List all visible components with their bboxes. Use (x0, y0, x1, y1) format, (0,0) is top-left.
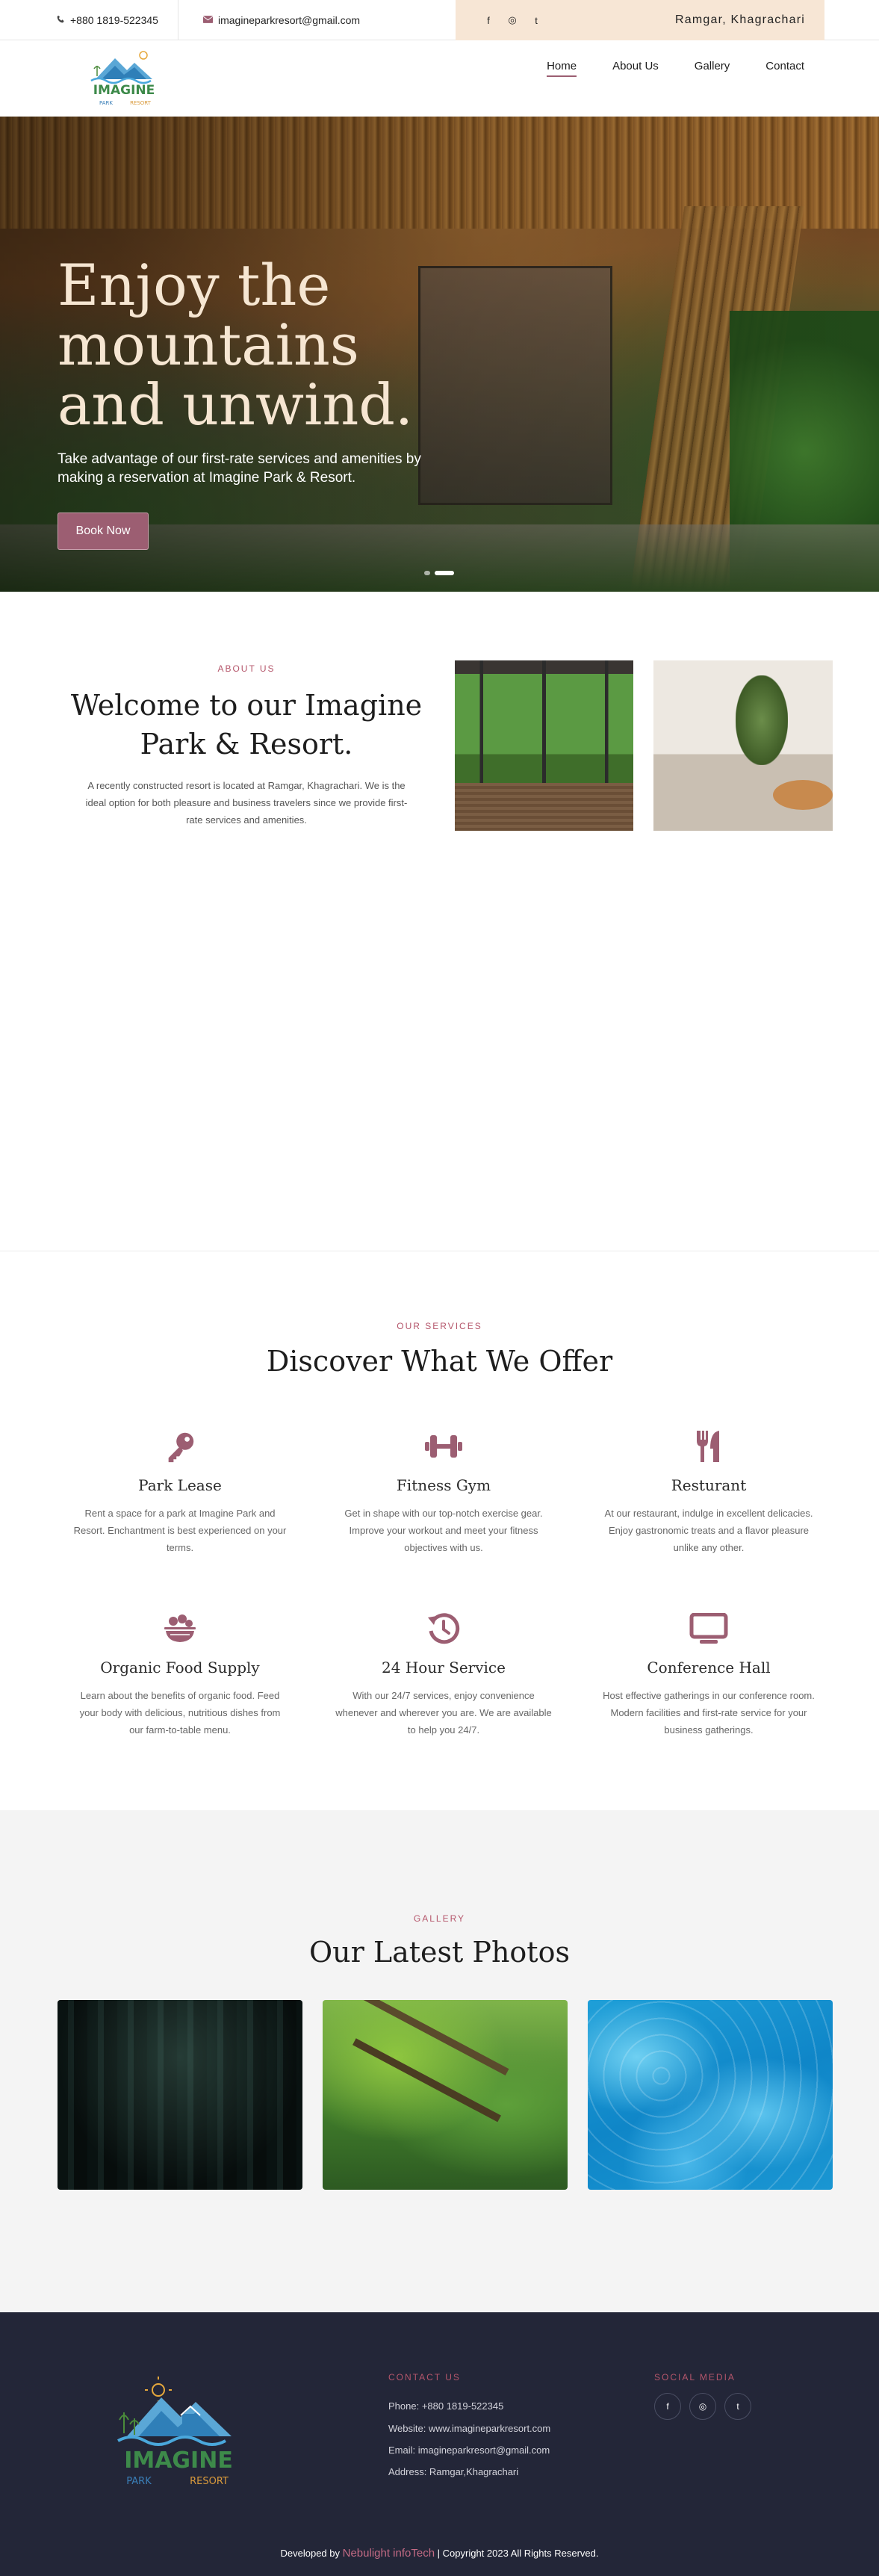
svg-text:IMAGINE: IMAGINE (124, 2447, 233, 2474)
copyright-prefix: Developed by (280, 2548, 341, 2559)
top-email-text: imagineparkresort@gmail.com (218, 14, 361, 26)
slider-dot-2[interactable] (435, 571, 454, 575)
top-phone-text: +880 1819-522345 (70, 14, 158, 26)
top-bar-right: f ◎ t Ramgar, Khagrachari (456, 0, 824, 40)
service-name: Fitness Gym (396, 1476, 491, 1494)
nav-gallery[interactable]: Gallery (695, 60, 730, 75)
gallery-photo-pool[interactable] (588, 2000, 833, 2190)
services-kicker: OUR SERVICES (397, 1321, 482, 1331)
service-conference-hall: Conference Hall Host effective gathering… (600, 1608, 817, 1739)
nav-menu: Home About Us Gallery Contact (547, 40, 804, 94)
top-bar: +880 1819-522345 imagineparkresort@gmail… (0, 0, 879, 40)
service-organic-food: Organic Food Supply Learn about the bene… (72, 1608, 288, 1739)
top-email[interactable]: imagineparkresort@gmail.com (202, 0, 361, 40)
service-park-lease: Park Lease Rent a space for a park at Im… (72, 1425, 288, 1556)
footer-email[interactable]: Email: imagineparkresort@gmail.com (388, 2445, 550, 2456)
utensils-icon (600, 1425, 817, 1467)
service-name: 24 Hour Service (382, 1659, 506, 1676)
slider-dots (424, 571, 454, 575)
facebook-icon[interactable]: f (482, 15, 494, 26)
about-kicker: ABOUT US (217, 663, 276, 674)
phone-icon (57, 15, 65, 25)
gallery-photo-forest[interactable] (58, 2000, 302, 2190)
about-image-window-room (455, 660, 633, 832)
service-desc: Rent a space for a park at Imagine Park … (73, 1508, 287, 1553)
footer-website[interactable]: Website: www.imagineparkresort.com (388, 2423, 550, 2434)
footer-logo[interactable]: IMAGINE PARK RESORT (109, 2377, 248, 2487)
service-name: Resturant (671, 1476, 747, 1494)
top-phone[interactable]: +880 1819-522345 (57, 0, 158, 40)
nav-contact[interactable]: Contact (765, 60, 804, 75)
service-desc: At our restaurant, indulge in excellent … (604, 1508, 813, 1553)
about-title: Welcome to our Imagine Park & Resort. (70, 689, 423, 761)
footer-contact-title: CONTACT US (388, 2372, 461, 2383)
hero-subtitle: Take advantage of our first-rate service… (58, 451, 421, 486)
gallery-photo-jungle[interactable] (323, 2000, 568, 2190)
hero-slider: Enjoy the mountains and unwind. Take adv… (0, 117, 879, 592)
key-icon (72, 1425, 288, 1467)
gallery-title: Our Latest Photos (309, 1936, 570, 1969)
main-nav: IMAGINE PARK RESORT Home About Us Galler… (0, 40, 879, 117)
footer-phone[interactable]: Phone: +880 1819-522345 (388, 2400, 503, 2412)
instagram-icon[interactable]: ◎ (689, 2393, 716, 2420)
service-desc: Get in shape with our top-notch exercise… (344, 1508, 543, 1553)
copyright-suffix: | Copyright 2023 All Rights Reserved. (437, 2548, 599, 2559)
slider-dot-1[interactable] (424, 571, 430, 575)
about-image-terrace (653, 660, 833, 831)
book-now-button[interactable]: Book Now (58, 513, 149, 550)
envelope-icon (202, 15, 214, 25)
svg-text:RESORT: RESORT (190, 2476, 229, 2487)
nav-about[interactable]: About Us (612, 60, 659, 75)
dumbbell-icon (335, 1425, 552, 1467)
gallery-section: GALLERY Our Latest Photos (0, 1810, 879, 2312)
about-text: A recently constructed resort is located… (85, 780, 408, 826)
service-desc: Host effective gatherings in our confere… (603, 1690, 815, 1736)
svg-text:RESORT: RESORT (130, 100, 152, 106)
history-icon (335, 1608, 552, 1650)
service-name: Organic Food Supply (100, 1659, 260, 1676)
instagram-icon[interactable]: ◎ (506, 14, 518, 26)
service-desc: Learn about the benefits of organic food… (79, 1690, 281, 1736)
svg-text:IMAGINE: IMAGINE (93, 83, 155, 98)
developer-link[interactable]: Nebulight infoTech (343, 2547, 435, 2560)
service-name: Conference Hall (647, 1659, 771, 1676)
monitor-icon (600, 1608, 817, 1650)
svg-text:PARK: PARK (126, 2476, 152, 2487)
nav-home[interactable]: Home (547, 60, 577, 77)
service-24-hour: 24 Hour Service With our 24/7 services, … (335, 1608, 552, 1739)
gallery-kicker: GALLERY (413, 1913, 466, 1924)
twitter-icon[interactable]: t (530, 15, 542, 26)
twitter-icon[interactable]: t (724, 2393, 751, 2420)
svg-text:PARK: PARK (99, 100, 113, 106)
service-name: Park Lease (138, 1476, 222, 1494)
service-desc: With our 24/7 services, enjoy convenienc… (335, 1690, 552, 1736)
footer-copyright: Developed by Nebulight infoTech | Copyri… (0, 2547, 879, 2560)
food-bowl-icon (72, 1608, 288, 1650)
services-title: Discover What We Offer (266, 1345, 613, 1378)
top-location: Ramgar, Khagrachari (675, 13, 805, 26)
footer-address: Address: Ramgar,Khagrachari (388, 2466, 519, 2477)
site-logo[interactable]: IMAGINE PARK RESORT (85, 46, 163, 109)
service-restaurant: Resturant At our restaurant, indulge in … (600, 1425, 817, 1556)
facebook-icon[interactable]: f (654, 2393, 681, 2420)
footer-social-title: SOCIAL MEDIA (654, 2372, 736, 2383)
hero-title: Enjoy the mountains and unwind. (58, 252, 414, 438)
top-social: f ◎ t (482, 0, 542, 40)
footer: IMAGINE PARK RESORT CONTACT US Phone: +8… (0, 2312, 879, 2576)
footer-social: f ◎ t (654, 2393, 751, 2420)
service-fitness-gym: Fitness Gym Get in shape with our top-no… (335, 1425, 552, 1556)
